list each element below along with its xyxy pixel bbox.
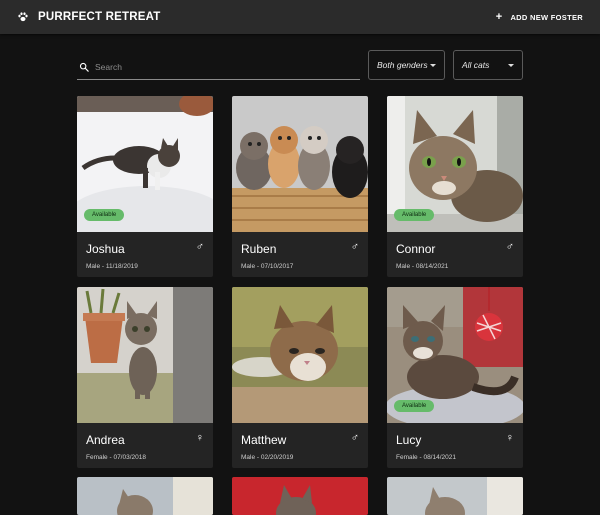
- search-field[interactable]: [77, 54, 360, 80]
- gender-select-value: Both genders: [377, 60, 428, 70]
- dropdown-arrow-icon: [430, 63, 436, 67]
- cat-photo: [232, 96, 368, 232]
- cat-photo: [387, 477, 523, 515]
- cat-details: Female - 08/14/2021: [396, 454, 456, 461]
- cat-card[interactable]: Available Connor Male - 08/14/2021 ♂: [387, 96, 523, 277]
- status-badge: Available: [84, 209, 125, 221]
- cat-name: Lucy: [396, 433, 422, 447]
- cat-details: Female - 07/03/2018: [86, 454, 146, 461]
- dropdown-arrow-icon: [508, 63, 514, 67]
- app-title: PURRFECT RETREAT: [38, 11, 161, 23]
- cat-card[interactable]: [232, 477, 368, 515]
- app-bar: PURRFECT RETREAT + ADD NEW FOSTER: [0, 0, 600, 34]
- female-icon: ♀: [505, 432, 514, 444]
- cat-details: Male - 11/18/2019: [86, 263, 138, 270]
- cat-card[interactable]: [77, 477, 213, 515]
- cat-card[interactable]: Available Joshua Male - 11/18/2019 ♂: [77, 96, 213, 277]
- male-icon: ♂: [195, 241, 204, 253]
- cat-photo: Available: [387, 96, 523, 232]
- brand[interactable]: PURRFECT RETREAT: [17, 11, 160, 23]
- status-badge: Available: [394, 400, 435, 412]
- plus-icon: +: [495, 10, 503, 23]
- cat-photo: [77, 477, 213, 515]
- cat-card[interactable]: Andrea Female - 07/03/2018 ♀: [77, 287, 213, 468]
- gender-select[interactable]: Both genders: [368, 50, 445, 80]
- cat-name: Matthew: [241, 433, 287, 447]
- cat-card[interactable]: Available Lucy Female - 08/14/2021 ♀: [387, 287, 523, 468]
- cat-name: Joshua: [86, 242, 125, 256]
- cat-card[interactable]: Matthew Male - 02/20/2019 ♂: [232, 287, 368, 468]
- cat-name: Andrea: [86, 433, 125, 447]
- cat-details: Male - 02/20/2019: [241, 454, 294, 461]
- cat-photo: Available: [77, 96, 213, 232]
- cat-photo: [232, 477, 368, 515]
- cat-photo: [232, 287, 368, 423]
- add-new-foster-button[interactable]: + ADD NEW FOSTER: [495, 10, 583, 23]
- search-input[interactable]: [95, 61, 335, 72]
- cat-details: Male - 08/14/2021: [396, 263, 449, 270]
- status-badge: Available: [394, 209, 435, 221]
- cat-photo: [77, 287, 213, 423]
- cat-details: Male - 07/10/2017: [241, 263, 294, 270]
- male-icon: ♂: [350, 432, 359, 444]
- search-icon: [79, 62, 89, 72]
- cat-card[interactable]: Ruben Male - 07/10/2017 ♂: [232, 96, 368, 277]
- category-select[interactable]: All cats: [453, 50, 523, 80]
- female-icon: ♀: [195, 432, 204, 444]
- cat-name: Ruben: [241, 242, 277, 256]
- add-new-foster-label: ADD NEW FOSTER: [510, 12, 583, 22]
- paw-icon: [18, 12, 28, 22]
- cat-card[interactable]: [387, 477, 523, 515]
- male-icon: ♂: [350, 241, 359, 253]
- category-select-value: All cats: [462, 60, 490, 70]
- cat-name: Connor: [396, 242, 436, 256]
- cat-photo: Available: [387, 287, 523, 423]
- male-icon: ♂: [505, 241, 514, 253]
